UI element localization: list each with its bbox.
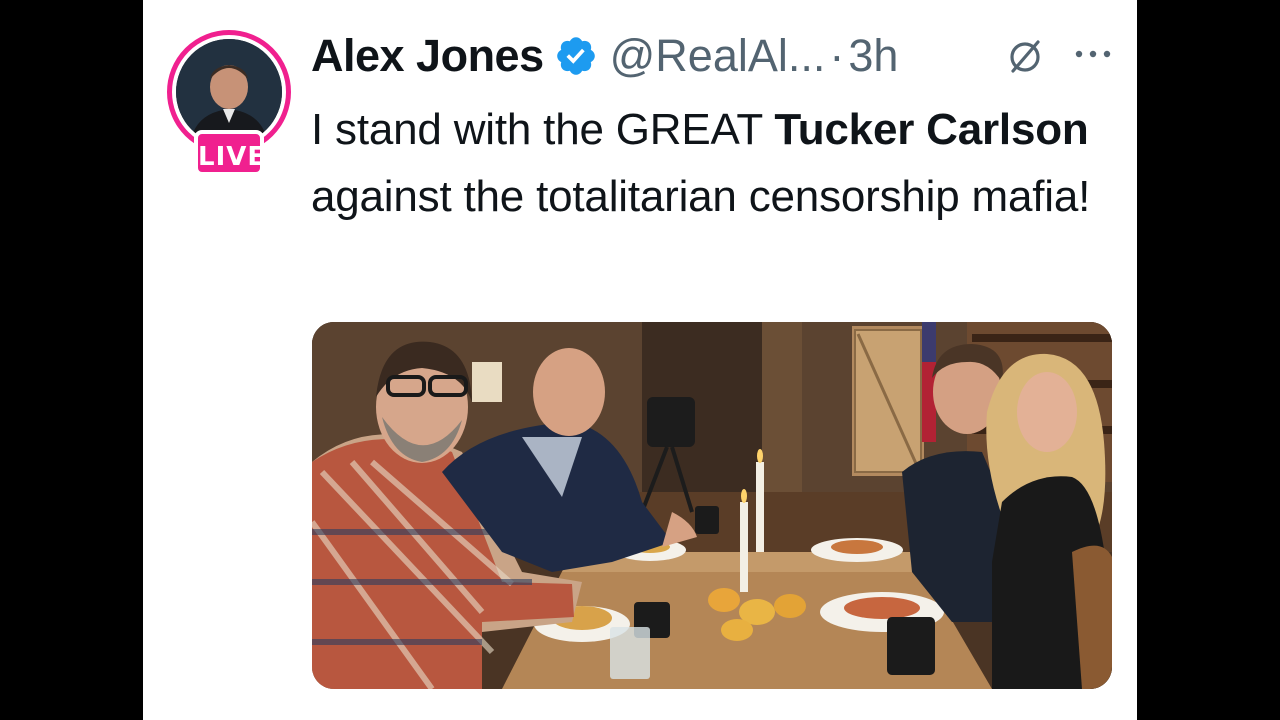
tweet-photo[interactable] <box>312 322 1112 689</box>
right-letterbox <box>1137 0 1280 720</box>
author-name[interactable]: Alex Jones <box>311 30 544 82</box>
separator-dot: · <box>829 30 845 81</box>
tweet-card[interactable]: LIVE Alex Jones @RealAl... · 3h I stand … <box>143 0 1137 720</box>
tweet-text-part-1: I stand with the GREAT <box>311 105 775 154</box>
tweet-text-part-2: against the totalitarian censorship mafi… <box>311 172 1091 221</box>
tweet-text-bold: Tucker Carlson <box>774 105 1089 154</box>
author-handle[interactable]: @RealAl... <box>610 30 826 82</box>
tweet-timestamp[interactable]: 3h <box>848 30 898 82</box>
live-badge: LIVE <box>194 130 265 176</box>
dinner-photo-illustration <box>312 322 1112 689</box>
tweet-text: I stand with the GREAT Tucker Carlson ag… <box>311 96 1111 230</box>
avatar[interactable]: LIVE <box>167 30 291 176</box>
more-options-icon[interactable] <box>1071 44 1115 64</box>
verified-badge-icon <box>556 37 595 75</box>
grok-icon[interactable] <box>1005 36 1045 76</box>
left-letterbox <box>0 0 143 720</box>
tweet-header: Alex Jones @RealAl... · 3h <box>311 26 898 86</box>
